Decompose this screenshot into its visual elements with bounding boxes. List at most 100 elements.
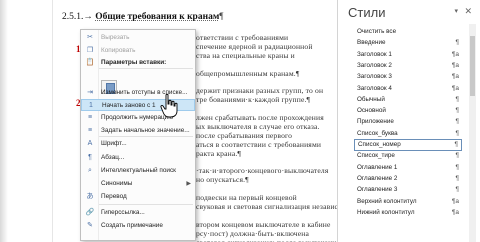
style-item[interactable]: Нижний колонтитул ¶a — [354, 207, 462, 219]
context-menu-item-label: Гиперссылка... — [101, 209, 145, 216]
hyperlink-icon: 🔗 — [85, 209, 95, 216]
continue-numbering-icon: ≡ — [87, 114, 93, 121]
style-item[interactable]: Оглавление 1 ¶ — [354, 162, 462, 174]
copy-icon: ❐ — [86, 47, 94, 54]
style-item[interactable]: Заголовок 1 ¶a — [354, 49, 462, 61]
style-item-label: Приложение — [357, 118, 394, 126]
style-item[interactable]: Очистить все — [354, 26, 462, 38]
set-value-icon: ≡ — [87, 127, 93, 134]
paragraph-style-icon: ¶ — [455, 186, 460, 194]
context-menu-item-label: Абзац... — [101, 154, 125, 161]
menu-separator — [99, 204, 193, 205]
style-item[interactable]: Обычный ¶ — [354, 94, 462, 106]
style-item[interactable]: Заголовок 2 ¶a — [354, 60, 462, 72]
style-item[interactable]: Введение ¶ — [354, 37, 462, 49]
context-menu-item[interactable]: ¶ Абзац... — [81, 152, 195, 164]
style-item-label: Нижний колонтитул — [357, 208, 415, 216]
context-menu-item-label: Копировать — [101, 47, 136, 54]
styles-pane[interactable]: Стили ▾ ✕ Очистить все Введение ¶ Заголовок… — [337, 0, 480, 242]
style-item[interactable]: Оглавление 2 ¶ — [354, 173, 462, 185]
style-item[interactable]: Заголовок 4 ¶a — [354, 83, 462, 95]
close-icon[interactable]: ✕ — [464, 6, 472, 17]
context-menu-item-label: Шрифт... — [101, 140, 127, 147]
style-item-label: Основной — [357, 107, 386, 115]
context-menu-item[interactable]: ❐ Копировать — [81, 45, 195, 57]
context-menu-item[interactable]: ✂ Вырезать — [81, 32, 195, 44]
context-menu-item[interactable]: あ Перевод — [81, 191, 195, 203]
document-line: подвески на первый концевой — [196, 193, 297, 203]
context-menu-item[interactable]: ⌕ Интеллектуальный поиск — [81, 165, 195, 177]
linked-style-icon: ¶a — [451, 208, 459, 216]
hand-cursor-icon — [160, 93, 178, 118]
context-menu-item-label: Параметры вставки: — [101, 59, 167, 66]
context-menu-item-label: Интеллектуальный поиск — [101, 167, 176, 174]
pane-options-icon[interactable]: ▾ — [454, 7, 458, 15]
section-heading[interactable]: 2.5.1.→ Общие требования к кранам¶ — [62, 12, 224, 22]
paragraph-style-icon: ¶ — [455, 163, 460, 171]
context-menu-item-label: Вырезать — [101, 34, 130, 41]
context-menu-item[interactable]: ✎ Создать примечание — [81, 220, 195, 232]
style-item-label: Оглавление 2 — [357, 174, 398, 182]
list-indent-icon: ⇥ — [87, 89, 93, 96]
context-menu-item-label: Синонимы — [101, 180, 133, 187]
style-item[interactable]: Список_тире ¶ — [354, 150, 462, 162]
document-line: ых выключателя в случае его отказа. — [196, 121, 320, 131]
style-item[interactable]: Список_номер ¶ — [354, 139, 462, 151]
paragraph-style-icon: ¶ — [455, 107, 460, 115]
scrollbar-thumb[interactable] — [470, 36, 475, 96]
paragraph-style-icon: ¶ — [455, 95, 460, 103]
style-item[interactable]: Список_буква ¶ — [354, 128, 462, 140]
heading-number: 2.5.1.→ — [62, 12, 93, 22]
comment-icon: ✎ — [87, 222, 93, 229]
paragraph-style-icon: ¶ — [454, 141, 459, 148]
menu-separator — [99, 136, 193, 137]
linked-style-icon: ¶a — [451, 50, 459, 58]
restart-numbering-icon: 1 — [89, 102, 93, 109]
document-line: аться в соответствии с требованиями — [196, 139, 322, 149]
context-menu[interactable]: ✂ Вырезать ❐ Копировать 📋 Параметры вставки: ⇥… — [80, 29, 196, 241]
style-item-label: Оглавление 3 — [357, 186, 398, 194]
document-line: ракта крана.¶ — [196, 148, 242, 158]
style-item-label: Верхний колонтитул — [357, 197, 417, 205]
style-item[interactable]: Заголовок 3 ¶a — [354, 71, 462, 83]
context-menu-item-label: Создать примечание — [101, 222, 163, 229]
context-menu-item[interactable]: A Шрифт... — [81, 138, 195, 150]
paragraph-style-icon: ¶ — [455, 39, 460, 47]
style-item-label: Очистить все — [357, 28, 397, 35]
document-line: после срабатывания первого — [196, 130, 293, 140]
paragraph-mark: ¶ — [219, 12, 224, 22]
document-line: световая сигнализация: после выключения — [196, 238, 337, 242]
style-item[interactable]: Оглавление 3 ¶ — [354, 184, 462, 196]
style-item[interactable]: Основной ¶ — [354, 105, 462, 117]
document-line: ·так·и·второго·концевого·выключателя — [196, 166, 329, 176]
smart-lookup-icon: ⌕ — [88, 167, 92, 174]
styles-pane-title: Стили — [348, 5, 386, 20]
document-line: спечение ядерной и радиационной — [196, 41, 313, 51]
styles-list[interactable]: Очистить все Введение ¶ Заголовок 1 ¶a Заголо… — [354, 26, 462, 242]
menu-separator — [99, 68, 193, 69]
paragraph-style-icon: ¶ — [455, 152, 460, 160]
context-menu-item-label: Начать заново с 1 — [102, 102, 156, 109]
paste-icon: 📋 — [85, 59, 95, 66]
context-menu-item-label: Перевод — [101, 193, 127, 200]
context-menu-item[interactable]: 🔗 Гиперссылка... — [81, 207, 195, 219]
pane-scrollbar[interactable] — [469, 24, 476, 242]
document-line: общепромышленным кранам.¶ — [196, 68, 300, 78]
context-menu-item[interactable]: Синонимы ▶ — [81, 178, 195, 190]
document-line: втором концевом выключателе в кабине — [196, 219, 331, 229]
font-icon: A — [87, 140, 93, 147]
linked-style-icon: ¶a — [451, 73, 459, 81]
synonyms-icon — [85, 180, 95, 188]
style-item-label: Обычный — [357, 95, 385, 103]
linked-style-icon: ¶a — [451, 197, 459, 205]
style-item-label: Оглавление 1 — [357, 163, 398, 171]
style-item-label: Заголовок 2 — [357, 61, 392, 69]
style-item[interactable]: Приложение ¶ — [354, 116, 462, 128]
vertical-ruler — [52, 0, 53, 242]
document-line: свуковая и световая сигнализация независ… — [196, 202, 337, 211]
paragraph-style-icon: ¶ — [455, 129, 460, 137]
heading-title: Общие требования к кранам — [95, 12, 220, 22]
style-item[interactable]: Верхний колонтитул ¶a — [354, 196, 462, 208]
document-line: но опускаться.¶ — [196, 175, 249, 185]
document-line: рсу·пост) должна·быть·включена — [196, 228, 309, 238]
